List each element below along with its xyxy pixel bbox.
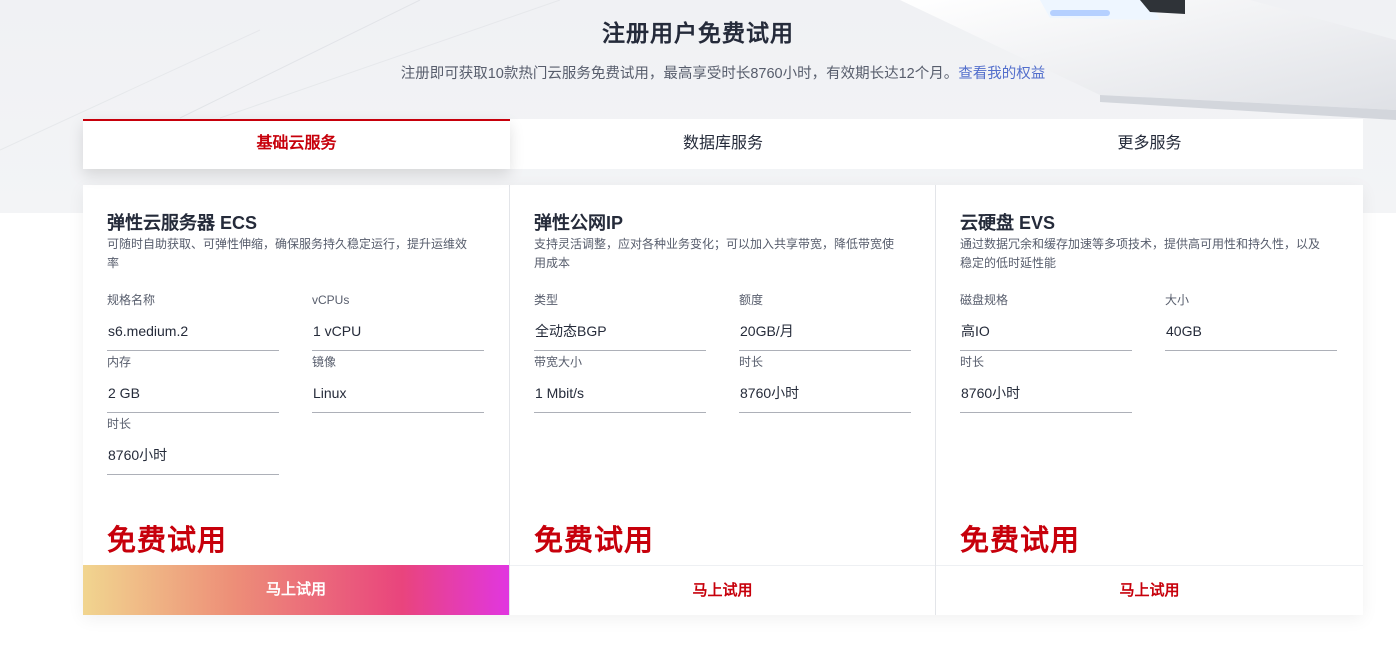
spec-label: 时长: [107, 417, 132, 431]
spec-value: 全动态BGP: [534, 321, 706, 351]
view-benefits-link[interactable]: 查看我的权益: [958, 66, 1045, 82]
product-card-eip: 弹性公网IP 支持灵活调整，应对各种业务变化；可以加入共享带宽，降低带宽使用成本…: [510, 185, 936, 615]
card-title: 弹性云服务器 ECS: [107, 213, 258, 233]
page-title: 注册用户免费试用: [602, 20, 794, 46]
spec-field: 类型 全动态BGP: [534, 291, 706, 351]
tab-more[interactable]: 更多服务: [936, 119, 1363, 169]
spec-value: 高IO: [960, 321, 1132, 351]
tab-basic-cloud[interactable]: 基础云服务: [83, 119, 510, 169]
spec-field: 额度 20GB/月: [739, 291, 911, 351]
product-cards: 弹性云服务器 ECS 可随时自助获取、可弹性伸缩，确保服务持久稳定运行，提升运维…: [83, 185, 1363, 615]
spec-label: 大小: [1165, 293, 1190, 307]
spec-field: 时长 8760小时: [739, 353, 911, 413]
spec-value: 8760小时: [960, 383, 1132, 413]
product-card-evs: 云硬盘 EVS 通过数据冗余和缓存加速等多项技术，提供高可用性和持久性，以及稳定…: [936, 185, 1363, 615]
spec-label: 类型: [534, 293, 559, 307]
spec-label: 时长: [739, 355, 764, 369]
spec-value: 40GB: [1165, 321, 1337, 351]
page-subtitle: 注册即可获取10款热门云服务免费试用，最高享受时长8760小时，有效期长达12个…: [0, 62, 1396, 83]
spec-field: vCPUs 1 vCPU: [312, 291, 484, 351]
spec-value: 20GB/月: [739, 321, 911, 351]
spec-value: 1 vCPU: [312, 321, 484, 351]
card-description: 支持灵活调整，应对各种业务变化；可以加入共享带宽，降低带宽使用成本: [534, 237, 895, 270]
spec-field: 磁盘规格 高IO: [960, 291, 1132, 351]
service-tabs: 基础云服务 数据库服务 更多服务: [83, 119, 1363, 169]
card-description: 通过数据冗余和缓存加速等多项技术，提供高可用性和持久性，以及稳定的低时延性能: [960, 237, 1321, 270]
spec-label: 规格名称: [107, 293, 156, 307]
spec-field: 时长 8760小时: [960, 353, 1132, 413]
spec-label: 镜像: [312, 355, 337, 369]
card-description: 可随时自助获取、可弹性伸缩，确保服务持久稳定运行，提升运维效率: [107, 237, 468, 270]
spec-value: Linux: [312, 383, 484, 413]
spec-field: 内存 2 GB: [107, 353, 279, 413]
free-trial-label: 免费试用: [534, 525, 655, 557]
spec-field: 时长 8760小时: [107, 415, 279, 475]
try-now-button[interactable]: 马上试用: [936, 565, 1363, 615]
spec-label: 额度: [739, 293, 764, 307]
spec-value: 8760小时: [739, 383, 911, 413]
free-trial-label: 免费试用: [107, 525, 228, 557]
spec-label: 磁盘规格: [960, 293, 1009, 307]
spec-label: 带宽大小: [534, 355, 583, 369]
spec-value: s6.medium.2: [107, 321, 279, 351]
spec-value: 8760小时: [107, 445, 279, 475]
spec-label: 时长: [960, 355, 985, 369]
spec-field: 规格名称 s6.medium.2: [107, 291, 279, 351]
tab-database[interactable]: 数据库服务: [510, 119, 936, 169]
card-title: 弹性公网IP: [534, 213, 624, 233]
free-trial-label: 免费试用: [960, 525, 1081, 557]
subtitle-text: 注册即可获取10款热门云服务免费试用，最高享受时长8760小时，有效期长达12个…: [400, 66, 959, 82]
spec-field: 带宽大小 1 Mbit/s: [534, 353, 706, 413]
product-card-ecs: 弹性云服务器 ECS 可随时自助获取、可弹性伸缩，确保服务持久稳定运行，提升运维…: [83, 185, 510, 615]
spec-field: 镜像 Linux: [312, 353, 484, 413]
spec-value: 2 GB: [107, 383, 279, 413]
spec-label: 内存: [107, 355, 132, 369]
spec-field: 大小 40GB: [1165, 291, 1337, 351]
try-now-button[interactable]: 马上试用: [510, 565, 935, 615]
spec-value: 1 Mbit/s: [534, 383, 706, 413]
spec-label: vCPUs: [312, 293, 350, 307]
try-now-button[interactable]: 马上试用: [83, 565, 509, 615]
card-title: 云硬盘 EVS: [960, 213, 1056, 233]
